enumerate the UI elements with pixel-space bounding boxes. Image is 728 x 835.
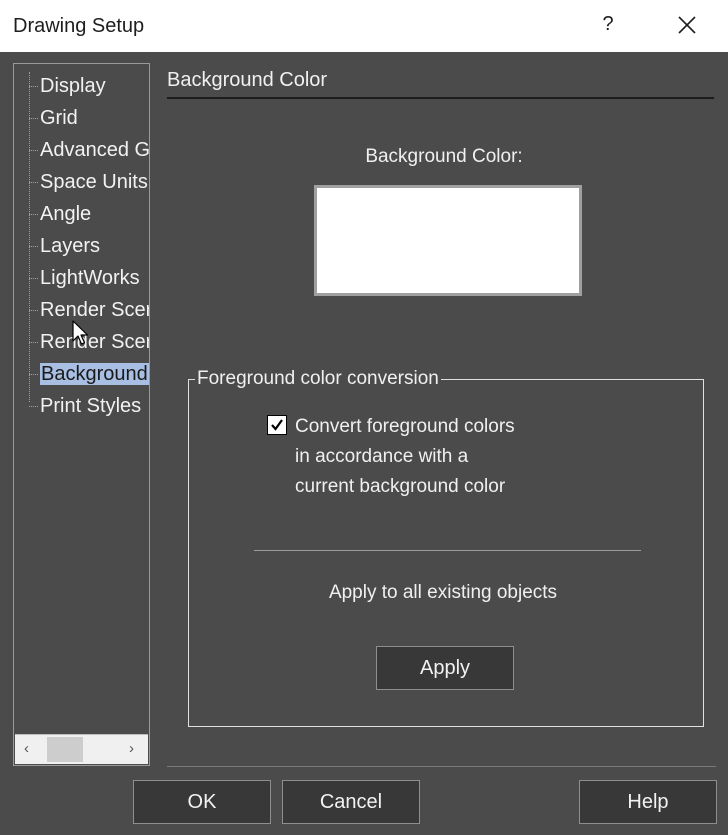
title-bar: Drawing Setup ? — [0, 0, 728, 52]
cancel-button[interactable]: Cancel — [282, 780, 420, 824]
scrollbar-thumb[interactable] — [47, 737, 83, 762]
checkbox-label-line: Convert foreground colors — [295, 416, 515, 437]
tree-item-layers[interactable]: Layers — [28, 232, 101, 260]
ok-button[interactable]: OK — [133, 780, 271, 824]
tree-item-label: Space Units — [40, 171, 148, 193]
category-tree[interactable]: Display Grid Advanced G Space Units Angl… — [13, 63, 150, 766]
footer-divider — [167, 766, 716, 767]
section-divider — [167, 97, 714, 99]
tree-item-render-scene-1[interactable]: Render Scer — [28, 296, 150, 324]
tree-item-label: Angle — [40, 203, 92, 225]
checkmark-icon — [271, 419, 283, 431]
tree-item-advanced[interactable]: Advanced G — [28, 136, 150, 164]
tree-item-label: Background — [40, 363, 149, 385]
convert-colors-checkbox[interactable] — [267, 415, 287, 435]
checkbox-label-line: current background color — [295, 476, 506, 497]
group-divider — [254, 550, 641, 551]
background-color-fill — [317, 188, 579, 293]
convert-colors-label[interactable]: Convert foreground colors in accordance … — [295, 412, 515, 502]
tree-item-label: Advanced G — [40, 139, 150, 161]
background-color-label: Background Color: — [365, 146, 523, 167]
background-color-swatch[interactable] — [314, 185, 582, 296]
checkbox-label-line: in accordance with a — [295, 446, 469, 467]
tree-item-print-styles[interactable]: Print Styles — [28, 392, 142, 420]
tree-item-grid[interactable]: Grid — [29, 104, 78, 132]
apply-all-label: Apply to all existing objects — [328, 582, 558, 603]
mouse-cursor-icon — [72, 320, 89, 345]
scroll-right-icon[interactable]: › — [129, 740, 134, 757]
tree-item-display[interactable]: Display — [29, 72, 106, 100]
tree-connector-line — [29, 72, 30, 402]
tree-item-space-units[interactable]: Space Units — [29, 168, 148, 196]
tree-item-render-scene-2[interactable]: Render Scer — [28, 328, 150, 356]
tree-item-label: Layers — [40, 235, 101, 257]
tree-item-background[interactable]: Background — [29, 360, 149, 388]
tree-item-label: Grid — [40, 107, 78, 129]
tree-item-angle[interactable]: Angle — [28, 200, 92, 228]
tree-item-label: Display — [40, 75, 106, 97]
scroll-left-icon[interactable]: ‹ — [24, 740, 29, 757]
tree-item-label: Print Styles — [40, 395, 142, 417]
tree-item-label: LightWorks — [40, 267, 140, 289]
apply-button[interactable]: Apply — [376, 646, 514, 690]
tree-item-lightworks[interactable]: LightWorks — [29, 264, 140, 292]
tree-item-label: Render Scer — [40, 299, 150, 321]
tree-horizontal-scrollbar[interactable]: ‹ › — [15, 734, 148, 764]
section-header: Background Color — [167, 69, 328, 91]
window-title: Drawing Setup — [13, 15, 145, 37]
help-button[interactable]: Help — [579, 780, 717, 824]
close-icon[interactable] — [676, 14, 698, 36]
tree-item-label: Render Scer — [40, 331, 150, 353]
help-title-button[interactable]: ? — [598, 13, 618, 36]
group-title: Foreground color conversion — [195, 368, 441, 390]
